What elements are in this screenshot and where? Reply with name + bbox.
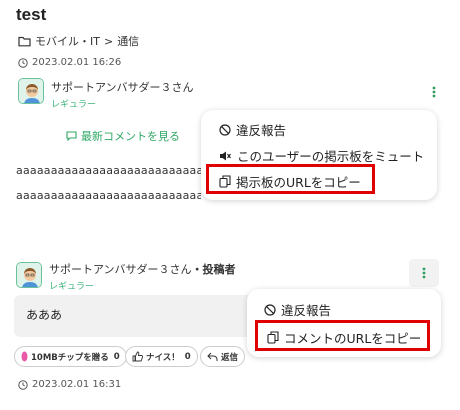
menu-item-report[interactable]: 違反報告 — [219, 120, 286, 139]
menu-item-mute-user-label: このユーザーの掲示板をミュート — [237, 149, 425, 164]
comment-date-text: 2023.02.01 16:31 — [32, 379, 122, 390]
post-panel: test モバイル・IT > 通信 2023.02.01 16:26 サポートア… — [0, 0, 460, 232]
post-body-line-2: aaaaaaaaaaaaaaaaaaaaaaaaaaaaaa — [16, 189, 201, 202]
breadcrumb-separator: > — [103, 34, 114, 48]
comment-more-menu-button[interactable] — [409, 259, 439, 287]
chip-icon — [21, 351, 28, 362]
post-date-text: 2023.02.01 16:26 — [32, 57, 122, 68]
highlight-box — [206, 164, 375, 194]
reply-button[interactable]: 返信 — [200, 346, 246, 367]
menu-item-report-label: 違反報告 — [281, 303, 332, 318]
post-author-name[interactable]: サポートアンバサダー３さん — [51, 79, 194, 95]
comment-text: あああ — [26, 308, 63, 322]
menu-item-report-label: 違反報告 — [236, 123, 287, 138]
breadcrumb: モバイル・IT > 通信 — [18, 33, 139, 49]
comment-author-name[interactable]: サポートアンバサダー３さん — [49, 263, 192, 276]
reply-icon — [207, 352, 218, 361]
nice-label: ナイス！ — [146, 352, 180, 363]
post-date: 2023.02.01 16:26 — [18, 57, 121, 68]
speech-bubble-icon — [66, 131, 77, 141]
avatar[interactable] — [18, 78, 44, 104]
clock-icon — [18, 379, 28, 390]
highlight-box — [255, 320, 430, 351]
latest-comment-link[interactable]: 最新コメントを見る — [66, 128, 180, 144]
post-body-line-1: aaaaaaaaaaaaaaaaaaaaaaaaaaaaaaaaa — [16, 164, 206, 177]
avatar-face-icon — [17, 263, 41, 287]
prohibited-icon — [219, 123, 231, 136]
menu-item-mute-user[interactable]: このユーザーの掲示板をミュート — [219, 146, 424, 165]
more-vertical-icon — [422, 267, 426, 279]
avatar-face-icon — [19, 79, 43, 103]
nice-count: 0 — [184, 351, 191, 362]
prohibited-icon — [264, 303, 276, 316]
breadcrumb-subcategory[interactable]: 通信 — [117, 33, 139, 49]
breadcrumb-category[interactable]: モバイル・IT — [35, 33, 100, 49]
post-title: test — [16, 5, 47, 24]
chip-gift-button[interactable]: 10MBチップを贈る 0 — [14, 346, 127, 367]
post-author-rank: レギュラー — [51, 100, 97, 110]
thumbs-up-icon — [132, 351, 143, 362]
comment-author-tag: ・投稿者 — [191, 263, 236, 276]
clock-icon — [18, 57, 28, 68]
folder-icon — [18, 36, 31, 46]
comment-date: 2023.02.01 16:31 — [18, 379, 121, 390]
comment-author-rank: レギュラー — [49, 282, 95, 292]
more-vertical-icon — [432, 86, 436, 98]
latest-comment-link-label: 最新コメントを見る — [81, 130, 180, 143]
chip-gift-count: 0 — [113, 351, 120, 362]
reply-label: 返信 — [221, 352, 239, 363]
chip-gift-label: 10MBチップを贈る — [31, 352, 109, 363]
nice-button[interactable]: ナイス！ 0 — [125, 346, 198, 367]
mute-icon — [220, 151, 231, 160]
post-more-menu-button[interactable] — [423, 81, 445, 103]
comment-avatar[interactable] — [16, 262, 42, 288]
comment-author: サポートアンバサダー３さん・投稿者 — [49, 261, 236, 277]
menu-item-report[interactable]: 違反報告 — [264, 300, 331, 319]
